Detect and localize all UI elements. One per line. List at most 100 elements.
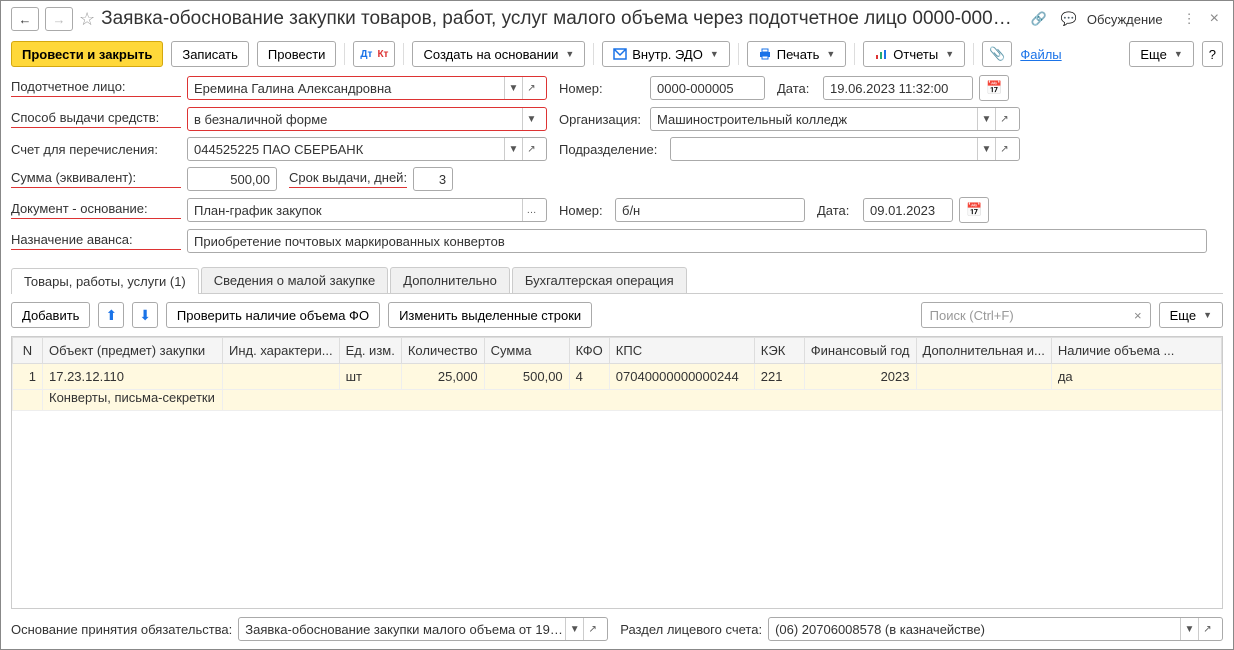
clear-search-icon[interactable]: × <box>1130 308 1146 323</box>
attach-button[interactable]: 📎 <box>982 41 1012 67</box>
dropdown-icon[interactable]: ▼ <box>504 77 522 99</box>
paperclip-icon: 📎 <box>989 46 1005 62</box>
account-field[interactable]: 044525225 ПАО СБЕРБАНК ▼ ↗ <box>187 137 547 161</box>
basis-field[interactable]: План-график закупок … <box>187 198 547 222</box>
discussion-label[interactable]: Обсуждение <box>1087 12 1163 27</box>
tab-goods[interactable]: Товары, работы, услуги (1) <box>11 268 199 294</box>
help-button[interactable]: ? <box>1202 41 1223 67</box>
calendar-icon: 📅 <box>986 80 1002 96</box>
col-unit[interactable]: Ед. изм. <box>339 338 401 364</box>
open-icon[interactable]: ↗ <box>522 77 540 99</box>
table-toolbar: Добавить ⬆ ⬇ Проверить наличие объема ФО… <box>1 294 1233 336</box>
footer-basis-label: Основание принятия обязательства: <box>11 622 232 637</box>
search-placeholder: Поиск (Ctrl+F) <box>926 308 1130 323</box>
printer-icon <box>758 47 772 61</box>
add-row-button[interactable]: Добавить <box>11 302 90 328</box>
col-sum[interactable]: Сумма <box>484 338 569 364</box>
move-down-button[interactable]: ⬇ <box>132 302 158 328</box>
more-toolbar-button[interactable]: Еще▼ <box>1129 41 1193 67</box>
window-header: ← → ☆ Заявка-обоснование закупки товаров… <box>1 1 1233 37</box>
change-rows-button[interactable]: Изменить выделенные строки <box>388 302 592 328</box>
link-icon[interactable]: 🔗 <box>1027 11 1051 27</box>
check-fo-button[interactable]: Проверить наличие объема ФО <box>166 302 380 328</box>
more-menu-icon[interactable]: ⋮ <box>1179 11 1200 27</box>
col-kfo[interactable]: КФО <box>569 338 609 364</box>
command-toolbar: Провести и закрыть Записать Провести ДтК… <box>1 37 1233 71</box>
create-based-on-button[interactable]: Создать на основании▼ <box>412 41 585 67</box>
calendar-button[interactable]: 📅 <box>959 197 989 223</box>
select-icon[interactable]: … <box>522 199 540 221</box>
basis-label: Документ - основание: <box>11 201 181 219</box>
dropdown-icon[interactable]: ▼ <box>522 108 540 130</box>
col-year[interactable]: Финансовый год <box>804 338 916 364</box>
basis-date-field[interactable]: 09.01.2023 <box>863 198 953 222</box>
col-kek[interactable]: КЭК <box>754 338 804 364</box>
col-qty[interactable]: Количество <box>401 338 484 364</box>
files-link[interactable]: Файлы <box>1020 47 1061 62</box>
edo-icon <box>613 47 627 61</box>
date-field[interactable]: 19.06.2023 11:32:00 <box>823 76 973 100</box>
col-object[interactable]: Объект (предмет) закупки <box>43 338 223 364</box>
tab-additional[interactable]: Дополнительно <box>390 267 510 293</box>
open-icon[interactable]: ↗ <box>522 138 540 160</box>
footer-bar: Основание принятия обязательства: Заявка… <box>1 609 1233 649</box>
move-up-button[interactable]: ⬆ <box>98 302 124 328</box>
table-search-input[interactable]: Поиск (Ctrl+F) × <box>921 302 1151 328</box>
print-button[interactable]: Печать▼ <box>747 41 847 67</box>
number-field[interactable]: 0000-000005 <box>650 76 765 100</box>
open-icon[interactable]: ↗ <box>995 138 1013 160</box>
calendar-button[interactable]: 📅 <box>979 75 1009 101</box>
reports-button[interactable]: Отчеты▼ <box>863 41 965 67</box>
person-label: Подотчетное лицо: <box>11 79 181 97</box>
org-field[interactable]: Машиностроительный колледж ▼ ↗ <box>650 107 1020 131</box>
dropdown-icon[interactable]: ▼ <box>977 138 995 160</box>
dropdown-icon[interactable]: ▼ <box>977 108 995 130</box>
number-label: Номер: <box>559 81 644 96</box>
table-row[interactable]: 1 17.23.12.110 шт 25,000 500,00 4 070400… <box>13 364 1222 390</box>
col-avail[interactable]: Наличие объема ... <box>1051 338 1221 364</box>
period-label: Срок выдачи, дней: <box>289 170 407 188</box>
basis-date-label: Дата: <box>817 203 857 218</box>
table-row-sub[interactable]: Конверты, письма-секретки <box>13 390 1222 411</box>
tab-small-purchase[interactable]: Сведения о малой закупке <box>201 267 388 293</box>
period-field[interactable]: 3 <box>413 167 453 191</box>
table-more-button[interactable]: Еще▼ <box>1159 302 1223 328</box>
advance-field[interactable]: Приобретение почтовых маркированных конв… <box>187 229 1207 253</box>
open-icon[interactable]: ↗ <box>583 618 601 640</box>
table-header-row: N Объект (предмет) закупки Инд. характер… <box>13 338 1222 364</box>
favorite-star-icon[interactable]: ☆ <box>79 9 95 30</box>
reports-icon <box>874 47 888 61</box>
internal-edo-button[interactable]: Внутр. ЭДО▼ <box>602 41 730 67</box>
method-label: Способ выдачи средств: <box>11 110 181 128</box>
dept-field[interactable]: ▼ ↗ <box>670 137 1020 161</box>
nav-forward-button[interactable]: → <box>45 7 73 31</box>
footer-section-field[interactable]: (06) 20706008578 (в казначействе) ▼ ↗ <box>768 617 1223 641</box>
arrow-down-icon: ⬇ <box>139 307 151 324</box>
open-icon[interactable]: ↗ <box>1198 618 1216 640</box>
col-n[interactable]: N <box>13 338 43 364</box>
nav-back-button[interactable]: ← <box>11 7 39 31</box>
discussion-icon[interactable]: 💬 <box>1057 11 1081 27</box>
close-icon[interactable]: × <box>1206 10 1223 28</box>
col-ind[interactable]: Инд. характери... <box>223 338 340 364</box>
person-field[interactable]: Еремина Галина Александровна ▼ ↗ <box>187 76 547 100</box>
dtkt-button[interactable]: ДтКт <box>353 41 395 67</box>
dept-label: Подразделение: <box>559 142 664 157</box>
post-and-close-button[interactable]: Провести и закрыть <box>11 41 163 67</box>
dropdown-icon[interactable]: ▼ <box>504 138 522 160</box>
open-icon[interactable]: ↗ <box>995 108 1013 130</box>
basis-num-label: Номер: <box>559 203 609 218</box>
tab-accounting[interactable]: Бухгалтерская операция <box>512 267 687 293</box>
col-extra[interactable]: Дополнительная и... <box>916 338 1051 364</box>
post-button[interactable]: Провести <box>257 41 337 67</box>
footer-basis-field[interactable]: Заявка-обоснование закупки малого объема… <box>238 617 608 641</box>
page-title: Заявка-обоснование закупки товаров, рабо… <box>101 8 1020 30</box>
sum-field[interactable]: 500,00 <box>187 167 277 191</box>
dropdown-icon[interactable]: ▼ <box>1180 618 1198 640</box>
write-button[interactable]: Записать <box>171 41 249 67</box>
method-field[interactable]: в безналичной форме ▼ <box>187 107 547 131</box>
col-kps[interactable]: КПС <box>609 338 754 364</box>
dropdown-icon[interactable]: ▼ <box>565 618 583 640</box>
account-label: Счет для перечисления: <box>11 142 181 157</box>
basis-num-field[interactable]: б/н <box>615 198 805 222</box>
